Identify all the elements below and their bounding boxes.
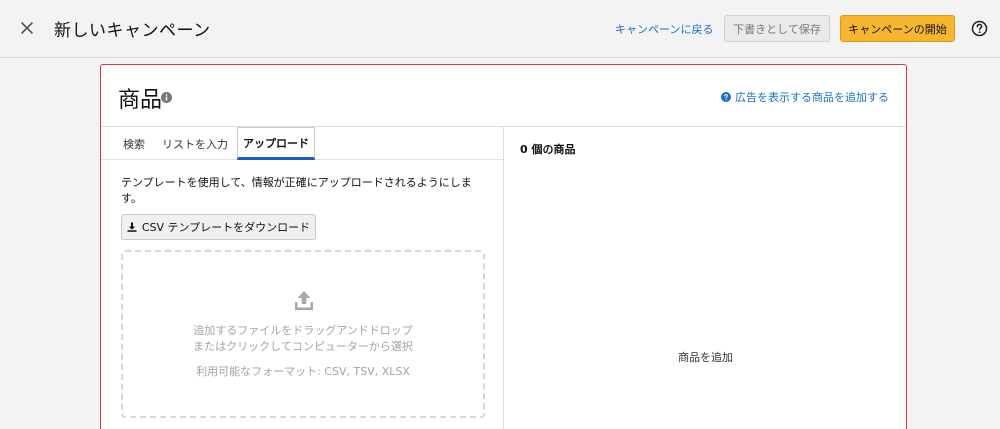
upload-description: テンプレートを使用して、情報が正確にアップロードされるようにします。	[121, 176, 472, 205]
top-bar: 新しいキャンペーン キャンペーンに戻る 下書きとして保存 キャンペーンの開始	[0, 0, 1000, 58]
product-count: 0 個の商品	[520, 143, 576, 156]
page-title: 新しいキャンペーン	[54, 21, 211, 41]
card-header: 商品 広告を表示する商品を追加する	[101, 65, 906, 127]
tab-upload[interactable]: アップロード	[237, 127, 315, 160]
download-csv-template-button[interactable]: CSV テンプレートをダウンロード	[121, 214, 316, 240]
save-draft-button[interactable]: 下書きとして保存	[724, 15, 830, 42]
empty-state-label: 商品を追加	[678, 351, 733, 364]
dropzone-instruction-drag: 追加するファイルをドラッグアンドドロップ	[193, 324, 413, 337]
start-campaign-button[interactable]: キャンペーンの開始	[840, 15, 955, 42]
dropzone-formats: 利用可能なフォーマット: CSV, TSV, XLSX	[196, 365, 410, 378]
help-circle-icon	[971, 20, 988, 37]
back-to-campaigns-link[interactable]: キャンペーンに戻る	[615, 21, 713, 37]
product-input-tabs: 検索 リストを入力 アップロード	[101, 127, 503, 160]
download-icon	[127, 222, 137, 232]
tab-search[interactable]: 検索	[123, 127, 145, 160]
add-products-link-label: 広告を表示する商品を追加する	[735, 91, 889, 104]
question-circle-icon	[721, 92, 731, 102]
file-dropzone[interactable]: 追加するファイルをドラッグアンドドロップ またはクリックしてコンピューターから選…	[121, 250, 485, 418]
selected-products-panel: 0 個の商品 商品を追加	[505, 127, 906, 429]
products-card: 商品 広告を表示する商品を追加する 検索 リストを入力 アップロード テンプレー…	[100, 64, 907, 429]
upload-panel: 検索 リストを入力 アップロード テンプレートを使用して、情報が正確にアップロー…	[101, 127, 504, 429]
add-products-link[interactable]: 広告を表示する商品を追加する	[721, 89, 889, 105]
download-csv-template-label: CSV テンプレートをダウンロード	[141, 221, 311, 234]
upload-icon	[295, 291, 313, 310]
close-button[interactable]	[16, 17, 38, 39]
info-icon[interactable]	[161, 92, 172, 103]
tab-enter-list[interactable]: リストを入力	[162, 127, 228, 160]
products-title: 商品	[118, 88, 163, 113]
dropzone-instruction-click: またはクリックしてコンピューターから選択	[193, 340, 413, 353]
help-button[interactable]	[971, 20, 988, 37]
close-icon	[21, 22, 33, 34]
